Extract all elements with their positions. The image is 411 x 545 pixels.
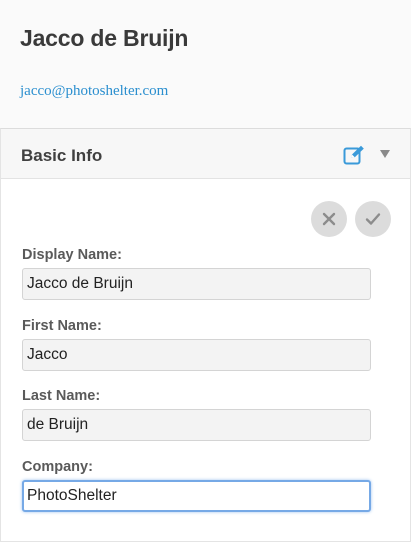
panel-header[interactable]: Basic Info bbox=[1, 129, 410, 179]
edit-square-icon[interactable] bbox=[343, 145, 365, 165]
company-label: Company: bbox=[22, 459, 93, 475]
triangle-down-icon[interactable] bbox=[379, 149, 391, 159]
last-name-field[interactable] bbox=[22, 409, 371, 441]
company-field[interactable] bbox=[22, 480, 371, 512]
cancel-button[interactable] bbox=[311, 201, 347, 237]
basic-info-panel: Basic Info Display Name: First Name: Las… bbox=[0, 128, 411, 542]
last-name-label: Last Name: bbox=[22, 388, 101, 404]
first-name-field[interactable] bbox=[22, 339, 371, 371]
profile-name: Jacco de Bruijn bbox=[20, 25, 189, 51]
panel-title: Basic Info bbox=[21, 146, 103, 165]
confirm-button[interactable] bbox=[355, 201, 391, 237]
x-icon bbox=[322, 212, 336, 226]
profile-email-link[interactable]: jacco@photoshelter.com bbox=[20, 83, 168, 100]
display-name-label: Display Name: bbox=[22, 247, 122, 263]
profile-header: Jacco de Bruijn jacco@photoshelter.com bbox=[0, 0, 411, 128]
first-name-label: First Name: bbox=[22, 318, 102, 334]
display-name-field[interactable] bbox=[22, 268, 371, 300]
check-icon bbox=[365, 213, 381, 225]
